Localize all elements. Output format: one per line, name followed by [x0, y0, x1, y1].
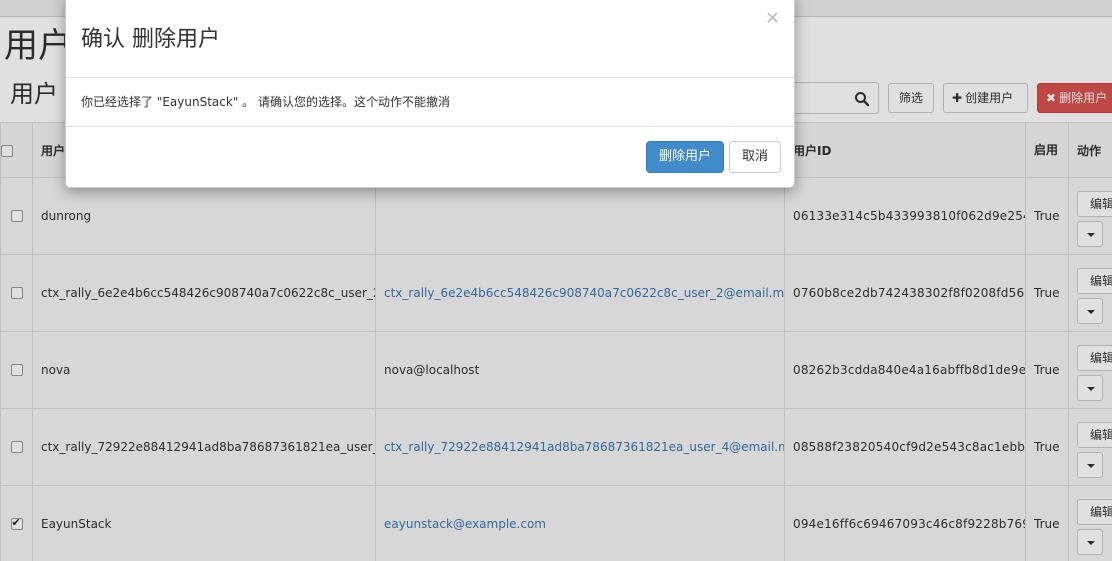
confirm-delete-button[interactable]: 删除用户 [646, 141, 724, 173]
modal-body: 你已经选择了 "EayunStack" 。 请确认您的选择。这个动作不能撤消 [66, 78, 794, 127]
close-icon[interactable]: × [765, 9, 780, 27]
confirm-delete-dialog: 确认 删除用户 × 你已经选择了 "EayunStack" 。 请确认您的选择。… [65, 0, 795, 188]
modal-footer: 删除用户 取消 [66, 127, 794, 189]
cancel-button[interactable]: 取消 [729, 141, 781, 173]
confirm-message: 你已经选择了 "EayunStack" 。 请确认您的选择。这个动作不能撤消 [81, 95, 450, 109]
modal-title: 确认 删除用户 [81, 27, 220, 52]
modal-header: 确认 删除用户 × [66, 0, 794, 78]
